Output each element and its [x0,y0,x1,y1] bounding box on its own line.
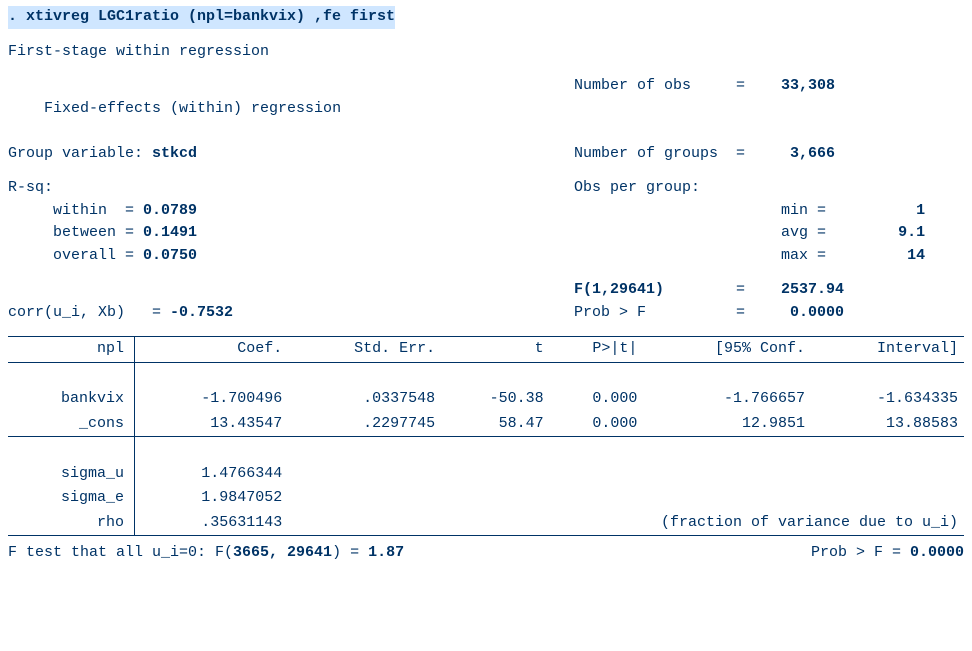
cell-se: .2297745 [288,412,441,437]
hdr-se: Std. Err. [288,337,441,363]
cell-lo: -1.766657 [643,387,811,412]
fstat-label: F(1,29641) [574,281,664,298]
table-row: bankvix -1.700496 .0337548 -50.38 0.000 … [8,387,964,412]
var-name: _cons [8,412,135,437]
ngroups-value: 3,666 [790,145,835,162]
cell-coef: -1.700496 [135,387,289,412]
corr-value: -0.7532 [170,304,233,321]
command-line: . xtivreg LGC1ratio (npl=bankvix) ,fe fi… [8,6,395,29]
cell-se: .0337548 [288,387,441,412]
hdr-t: t [441,337,550,363]
sigma-u-label: sigma_u [8,462,135,487]
hdr-coef: Coef. [135,337,289,363]
table-row: _cons 13.43547 .2297745 58.47 0.000 12.9… [8,412,964,437]
rsq-within-label: within = [8,202,143,219]
nobs-value: 33,308 [781,77,835,94]
sigma-e-value: 1.9847052 [135,486,289,511]
table-row: rho .35631143 (fraction of variance due … [8,511,964,536]
ngroups-label: Number of groups = [574,145,745,162]
table-row: sigma_u 1.4766344 [8,462,964,487]
rsq-overall-label: overall = [8,247,143,264]
cell-hi: -1.634335 [811,387,964,412]
sigma-u-value: 1.4766344 [135,462,289,487]
rsq-overall-value: 0.0750 [143,247,197,264]
cell-coef: 13.43547 [135,412,289,437]
obs-per-group-label: Obs per group: [574,177,964,200]
coef-table: npl Coef. Std. Err. t P>|t| [95% Conf. I… [8,336,964,536]
nobs-label: Number of obs = [574,77,745,94]
sigma-e-label: sigma_e [8,486,135,511]
stage-title: First-stage within regression [8,41,964,64]
groupvar-value: stkcd [152,145,197,162]
hdr-p: P>|t| [550,337,644,363]
rho-value: .35631143 [135,511,289,536]
cell-p: 0.000 [550,412,644,437]
rsq-between-label: between = [8,224,143,241]
model-line: Fixed-effects (within) regression [44,100,341,117]
ftest-right: Prob > F = 0.0000 [811,542,964,565]
rsq-between-value: 0.1491 [143,224,197,241]
min-value: 1 [916,202,925,219]
cell-t: -50.38 [441,387,550,412]
max-value: 14 [907,247,925,264]
cell-hi: 13.88583 [811,412,964,437]
rsq-label: R-sq: [8,177,53,200]
probf-label: Prob > F [574,304,646,321]
hdr-ci-hi: Interval] [811,337,964,363]
cell-p: 0.000 [550,387,644,412]
avg-value: 9.1 [898,224,925,241]
cell-t: 58.47 [441,412,550,437]
probf-value: 0.0000 [790,304,844,321]
var-name: bankvix [8,387,135,412]
corr-label: corr(u_i, Xb) = [8,304,170,321]
min-label: min = [781,202,826,219]
rho-label: rho [8,511,135,536]
rho-note: (fraction of variance due to u_i) [288,511,964,536]
avg-label: avg = [781,224,826,241]
rsq-within-value: 0.0789 [143,202,197,219]
depvar-header: npl [8,337,135,363]
table-row: sigma_e 1.9847052 [8,486,964,511]
groupvar-label: Group variable: [8,145,152,162]
hdr-ci-lo: [95% Conf. [643,337,811,363]
cell-lo: 12.9851 [643,412,811,437]
fstat-value: 2537.94 [781,281,844,298]
ftest-left: F test that all u_i=0: F(3665, 29641) = … [8,542,404,565]
max-label: max = [781,247,826,264]
